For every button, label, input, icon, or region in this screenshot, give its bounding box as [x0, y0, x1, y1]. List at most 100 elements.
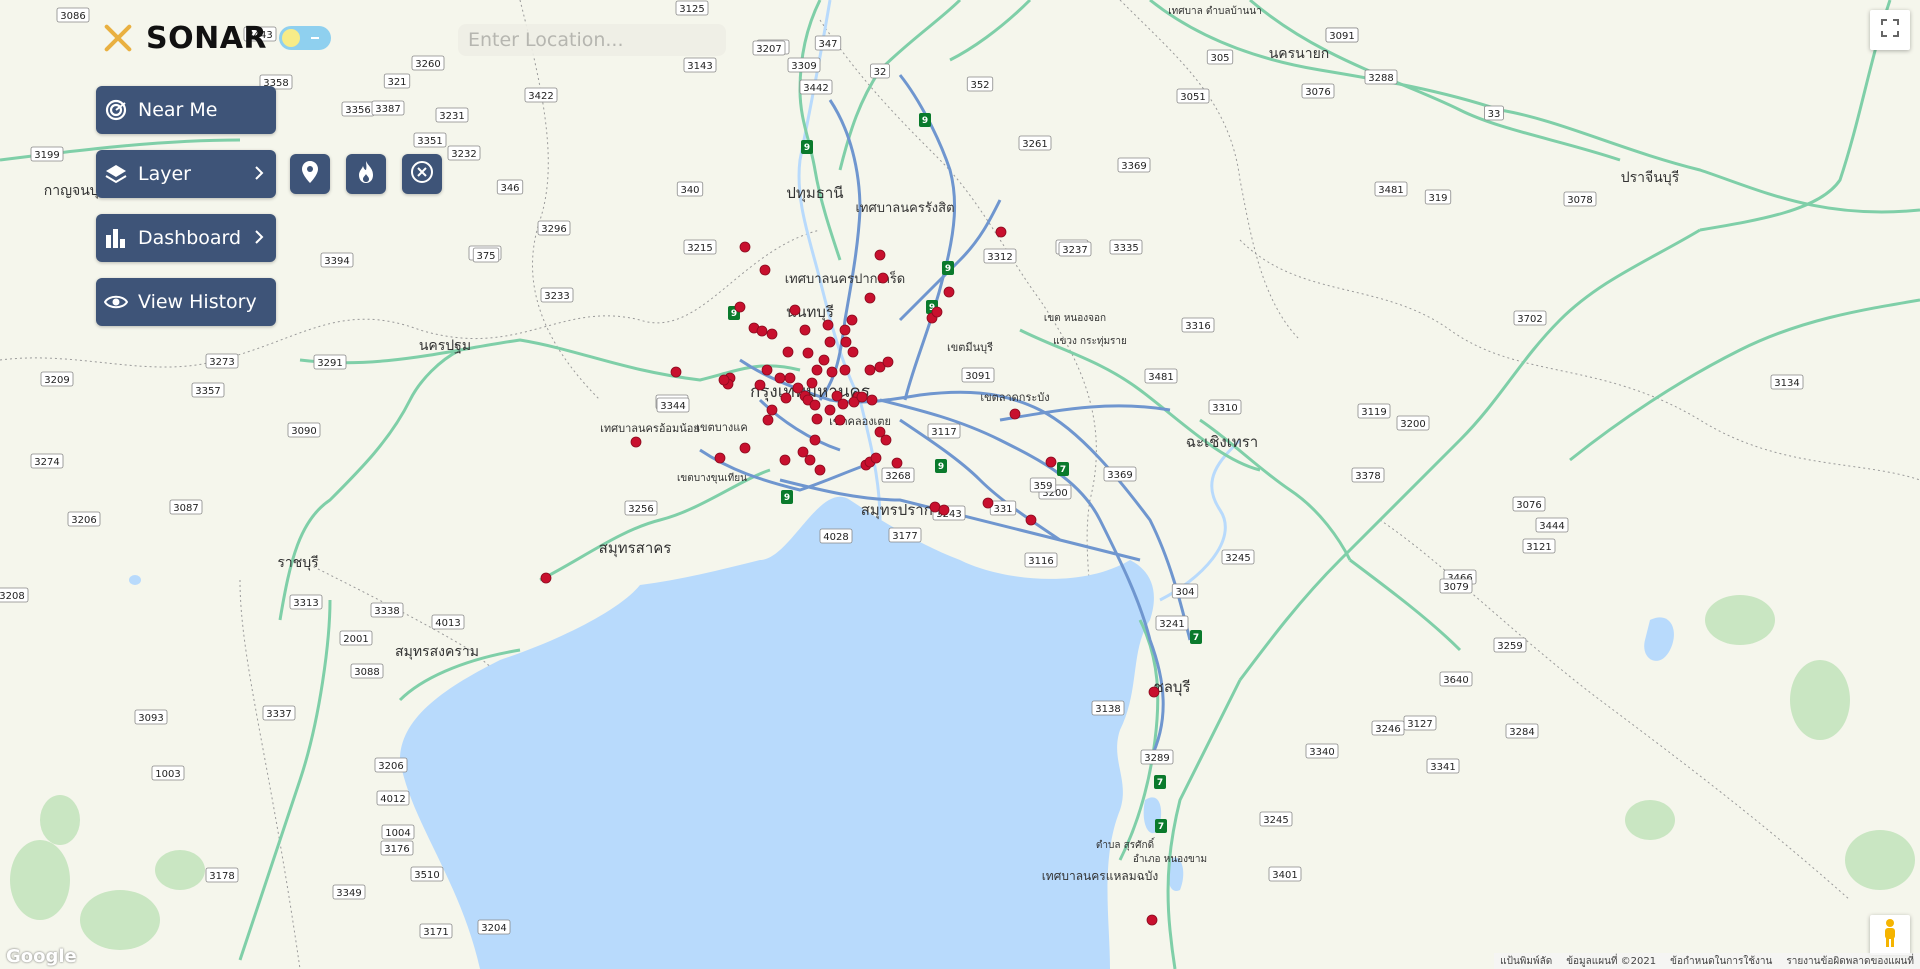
hotspot-marker[interactable] [754, 379, 766, 391]
hotspot-marker[interactable] [864, 292, 876, 304]
hotspot-marker[interactable] [882, 356, 894, 368]
hotspot-marker[interactable] [891, 457, 903, 469]
road-number-label: 3349 [332, 884, 366, 900]
hotspot-marker[interactable] [840, 336, 852, 348]
svg-text:305: 305 [1210, 53, 1229, 64]
hotspot-marker[interactable] [880, 434, 892, 446]
keyboard-shortcuts-link[interactable]: แป้นพิมพ์ลัด [1500, 954, 1552, 969]
road-number-label: 3268 [881, 467, 915, 483]
hotspot-marker[interactable] [802, 347, 814, 359]
layer-button[interactable]: Layer [96, 150, 276, 198]
hotspot-marker[interactable] [874, 249, 886, 261]
hotspot-marker[interactable] [799, 324, 811, 336]
fire-tool-button[interactable] [346, 154, 386, 194]
hotspot-marker[interactable] [811, 413, 823, 425]
hotspot-marker[interactable] [995, 226, 1007, 238]
hotspot-marker[interactable] [834, 414, 846, 426]
pin-tool-button[interactable] [290, 154, 330, 194]
hotspot-marker[interactable] [1009, 408, 1021, 420]
hotspot-marker[interactable] [1045, 456, 1057, 468]
road-number-label: 3273 [205, 353, 239, 369]
hotspot-marker[interactable] [792, 382, 804, 394]
map-canvas[interactable]: 99999799777 3086344331253473111330934423… [0, 0, 1920, 969]
hotspot-marker[interactable] [759, 264, 771, 276]
hotspot-marker[interactable] [762, 414, 774, 426]
hotspot-marker[interactable] [1148, 686, 1160, 698]
place-label: เทศบาลนครอ้อมน้อย [600, 422, 700, 435]
hotspot-marker[interactable] [856, 391, 868, 403]
hotspot-marker[interactable] [839, 324, 851, 336]
hotspot-marker[interactable] [766, 328, 778, 340]
report-error-link[interactable]: รายงานข้อผิดพลาดของแผนที่ [1786, 954, 1914, 969]
hotspot-marker[interactable] [938, 504, 950, 516]
hotspot-marker[interactable] [789, 304, 801, 316]
hotspot-marker[interactable] [734, 301, 746, 313]
hotspot-marker[interactable] [756, 325, 768, 337]
hotspot-marker[interactable] [870, 452, 882, 464]
hotspot-marker[interactable] [780, 392, 792, 404]
hotspot-marker[interactable] [774, 372, 786, 384]
street-view-button[interactable] [1870, 915, 1910, 955]
svg-text:346: 346 [500, 183, 519, 194]
hotspot-marker[interactable] [866, 394, 878, 406]
hotspot-marker[interactable] [864, 364, 876, 376]
location-search-input[interactable] [458, 24, 726, 56]
hotspot-marker[interactable] [846, 314, 858, 326]
near-me-button[interactable]: Near Me [96, 86, 276, 134]
hotspot-marker[interactable] [929, 501, 941, 513]
hotspot-marker[interactable] [822, 319, 834, 331]
highway-shield: 7 [1154, 775, 1166, 789]
hotspot-marker[interactable] [797, 446, 809, 458]
svg-text:3215: 3215 [687, 243, 712, 254]
hotspot-marker[interactable] [739, 442, 751, 454]
eye-icon [104, 290, 128, 314]
view-history-button[interactable]: View History [96, 278, 276, 326]
road-number-label: 3274 [30, 453, 64, 469]
hotspot-marker[interactable] [839, 364, 851, 376]
hotspot-marker[interactable] [931, 306, 943, 318]
hotspot-marker[interactable] [1025, 514, 1037, 526]
road-number-label: 3231 [435, 107, 469, 123]
hotspot-marker[interactable] [779, 454, 791, 466]
hotspot-marker[interactable] [1146, 914, 1158, 926]
hotspot-marker[interactable] [714, 452, 726, 464]
hotspot-marker[interactable] [814, 464, 826, 476]
hotspot-marker[interactable] [824, 336, 836, 348]
hotspot-marker[interactable] [824, 404, 836, 416]
hotspot-marker[interactable] [739, 241, 751, 253]
hotspot-marker[interactable] [630, 436, 642, 448]
dashboard-button[interactable]: Dashboard [96, 214, 276, 262]
highway-shield: 7 [1190, 630, 1202, 644]
hotspot-marker[interactable] [806, 377, 818, 389]
hotspot-marker[interactable] [761, 364, 773, 376]
road-number-label: 3313 [289, 594, 323, 610]
theme-toggle[interactable] [279, 26, 332, 50]
hotspot-marker[interactable] [766, 404, 778, 416]
hotspot-marker[interactable] [811, 364, 823, 376]
road-number-label: 3351 [413, 132, 447, 148]
hotspot-marker[interactable] [837, 398, 849, 410]
bar-chart-icon [104, 226, 128, 250]
hotspot-marker[interactable] [809, 399, 821, 411]
place-label: ปราจีนบุรี [1621, 170, 1680, 186]
hotspot-marker[interactable] [540, 572, 552, 584]
clear-tool-button[interactable] [402, 154, 442, 194]
hotspot-marker[interactable] [804, 454, 816, 466]
hotspot-marker[interactable] [782, 346, 794, 358]
hotspot-marker[interactable] [826, 366, 838, 378]
hotspot-marker[interactable] [809, 434, 821, 446]
svg-text:3341: 3341 [1430, 762, 1455, 773]
hotspot-marker[interactable] [847, 346, 859, 358]
hotspot-marker[interactable] [784, 372, 796, 384]
hotspot-marker[interactable] [670, 366, 682, 378]
hotspot-marker[interactable] [877, 272, 889, 284]
road-number-label: 3125 [675, 0, 709, 16]
terms-link[interactable]: ข้อกำหนดในการใช้งาน [1670, 954, 1772, 969]
fullscreen-button[interactable] [1870, 10, 1910, 50]
hotspot-marker[interactable] [943, 286, 955, 298]
view-history-label: View History [138, 291, 257, 313]
road-number-label: 3176 [380, 840, 414, 856]
hotspot-marker[interactable] [818, 354, 830, 366]
hotspot-marker[interactable] [982, 497, 994, 509]
hotspot-marker[interactable] [718, 374, 730, 386]
